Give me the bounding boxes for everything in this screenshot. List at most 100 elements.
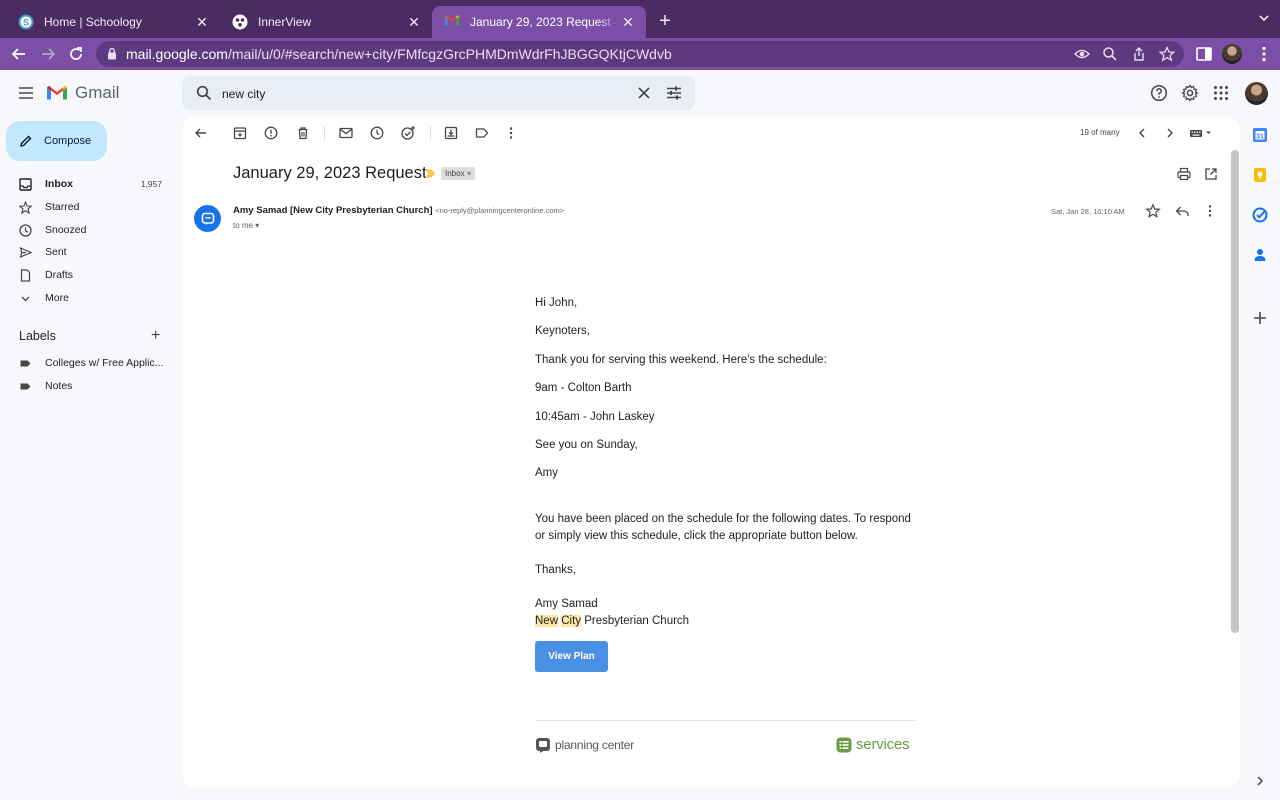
- newer-chevron-left-icon[interactable]: [1134, 125, 1150, 141]
- planning-center-logo[interactable]: planning center: [535, 737, 634, 753]
- inbox-label-chip[interactable]: Inbox ×: [441, 167, 476, 180]
- bookmark-star-icon[interactable]: [1159, 46, 1175, 62]
- add-to-tasks-icon[interactable]: [400, 125, 416, 141]
- body-paragraph: You have been placed on the schedule for…: [535, 513, 911, 525]
- clear-search-icon[interactable]: [637, 86, 651, 100]
- remove-label-icon[interactable]: ×: [467, 169, 472, 178]
- apps-grid-icon[interactable]: [1212, 84, 1230, 102]
- importance-marker-icon[interactable]: [424, 169, 436, 178]
- nav-label: Starred: [45, 201, 80, 213]
- label-icon: [19, 357, 32, 370]
- nav-item-sent[interactable]: Sent: [0, 241, 175, 263]
- nav-item-starred[interactable]: Starred: [0, 196, 175, 218]
- label-as-icon[interactable]: [474, 125, 490, 141]
- sender-avatar[interactable]: [194, 205, 221, 232]
- input-tools-keyboard-icon[interactable]: [1188, 125, 1216, 141]
- tab-title: InnerView: [258, 15, 312, 29]
- search-highlight: New: [535, 615, 559, 627]
- recipient-details[interactable]: to me ▾: [233, 221, 259, 230]
- nav-label: Snoozed: [45, 224, 87, 236]
- toolbar-divider: [324, 126, 325, 140]
- lock-icon[interactable]: [107, 47, 117, 60]
- services-logo[interactable]: services: [836, 736, 910, 753]
- view-plan-button[interactable]: View Plan: [535, 641, 608, 672]
- back-to-search-icon[interactable]: [193, 125, 209, 141]
- delete-icon[interactable]: [295, 125, 311, 141]
- search-options-icon[interactable]: [666, 86, 682, 100]
- tab-schoology[interactable]: S Home | Schoology ✕: [6, 6, 220, 38]
- recipient-dropdown-icon[interactable]: ▾: [255, 221, 259, 230]
- add-label-icon[interactable]: +: [151, 328, 160, 344]
- signature-org-rest: Presbyterian Church: [584, 615, 690, 627]
- email-subject: January 29, 2023 Request: [233, 164, 427, 182]
- side-panel-icon[interactable]: [1194, 44, 1214, 64]
- share-icon[interactable]: [1131, 46, 1147, 62]
- nav-item-inbox[interactable]: Inbox 1,957: [0, 173, 175, 195]
- keep-icon[interactable]: [1252, 167, 1268, 183]
- settings-gear-icon[interactable]: [1181, 84, 1199, 102]
- clock-icon: [19, 224, 32, 237]
- body-line: 10:45am - John Laskey: [535, 411, 655, 423]
- tab-gmail-active[interactable]: January 29, 2023 Request - john ✕: [432, 6, 646, 38]
- close-tab-icon[interactable]: ✕: [194, 14, 210, 30]
- tab-innerview[interactable]: InnerView ✕: [220, 6, 432, 38]
- search-input[interactable]: new city: [222, 87, 265, 101]
- report-spam-icon[interactable]: [263, 125, 279, 141]
- nav-label: Notes: [45, 380, 73, 392]
- body-paragraph: or simply view this schedule, click the …: [535, 530, 858, 542]
- svg-text:S: S: [23, 18, 29, 28]
- search-bar[interactable]: new city: [182, 76, 695, 110]
- search-icon[interactable]: [196, 85, 212, 101]
- gmail-wordmark[interactable]: Gmail: [75, 83, 119, 103]
- tab-search-chevron-icon[interactable]: [1258, 12, 1270, 24]
- close-tab-icon[interactable]: ✕: [620, 14, 636, 30]
- star-email-icon[interactable]: [1145, 203, 1161, 219]
- nav-item-snoozed[interactable]: Snoozed: [0, 219, 175, 241]
- sender-name[interactable]: Amy Samad [New City Presbyterian Church]…: [233, 205, 564, 216]
- email-view: 19 of many January 29, 2023 Request Inbo…: [182, 116, 1240, 788]
- back-arrow-icon[interactable]: [8, 43, 30, 65]
- mark-unread-icon[interactable]: [338, 125, 354, 141]
- body-thanks: Thanks,: [535, 564, 576, 576]
- older-chevron-right-icon[interactable]: [1162, 125, 1178, 141]
- new-tab-icon[interactable]: +: [654, 11, 676, 33]
- forward-arrow-icon[interactable]: [37, 43, 59, 65]
- print-icon[interactable]: [1176, 166, 1192, 182]
- nav-item-drafts[interactable]: Drafts: [0, 264, 175, 286]
- body-line: Amy: [535, 467, 558, 479]
- tasks-icon[interactable]: [1252, 207, 1268, 223]
- reply-icon[interactable]: [1174, 203, 1190, 219]
- address-bar[interactable]: mail.google.com/mail/u/0/#search/new+cit…: [96, 41, 1184, 67]
- show-side-panel-chevron-icon[interactable]: [1252, 773, 1268, 789]
- gmail-logo-icon[interactable]: [46, 84, 68, 101]
- snooze-icon[interactable]: [369, 125, 385, 141]
- open-new-window-icon[interactable]: [1203, 166, 1219, 182]
- nav-item-more[interactable]: More: [0, 287, 175, 309]
- browser-menu-icon[interactable]: [1254, 44, 1274, 64]
- account-avatar[interactable]: [1245, 82, 1268, 105]
- get-addons-plus-icon[interactable]: [1252, 310, 1268, 326]
- email-scrollbar[interactable]: [1231, 150, 1239, 633]
- profile-avatar[interactable]: [1222, 44, 1242, 64]
- move-to-icon[interactable]: [443, 125, 459, 141]
- main-menu-icon[interactable]: [16, 83, 36, 103]
- help-icon[interactable]: [1150, 84, 1168, 102]
- contacts-icon[interactable]: [1252, 247, 1268, 263]
- unread-count: 1,957: [140, 179, 162, 189]
- label-item-notes[interactable]: Notes: [0, 375, 175, 397]
- browser-tab-bar: S Home | Schoology ✕ InnerView ✕ January…: [0, 0, 1280, 38]
- label-item-colleges[interactable]: Colleges w/ Free Applic...: [0, 352, 175, 374]
- close-tab-icon[interactable]: ✕: [406, 14, 422, 30]
- reload-icon[interactable]: [65, 43, 87, 65]
- more-actions-icon[interactable]: [503, 125, 519, 141]
- nav-label: Drafts: [45, 269, 74, 281]
- tab-title: Home | Schoology: [44, 15, 142, 29]
- archive-icon[interactable]: [232, 125, 248, 141]
- url-host: mail.google.com: [126, 46, 228, 62]
- zoom-icon[interactable]: [1102, 46, 1118, 62]
- calendar-icon[interactable]: 31: [1252, 127, 1268, 143]
- compose-button[interactable]: Compose: [6, 121, 107, 161]
- eye-icon[interactable]: [1074, 46, 1090, 62]
- search-highlight: City: [561, 615, 582, 627]
- more-options-icon[interactable]: [1202, 203, 1218, 219]
